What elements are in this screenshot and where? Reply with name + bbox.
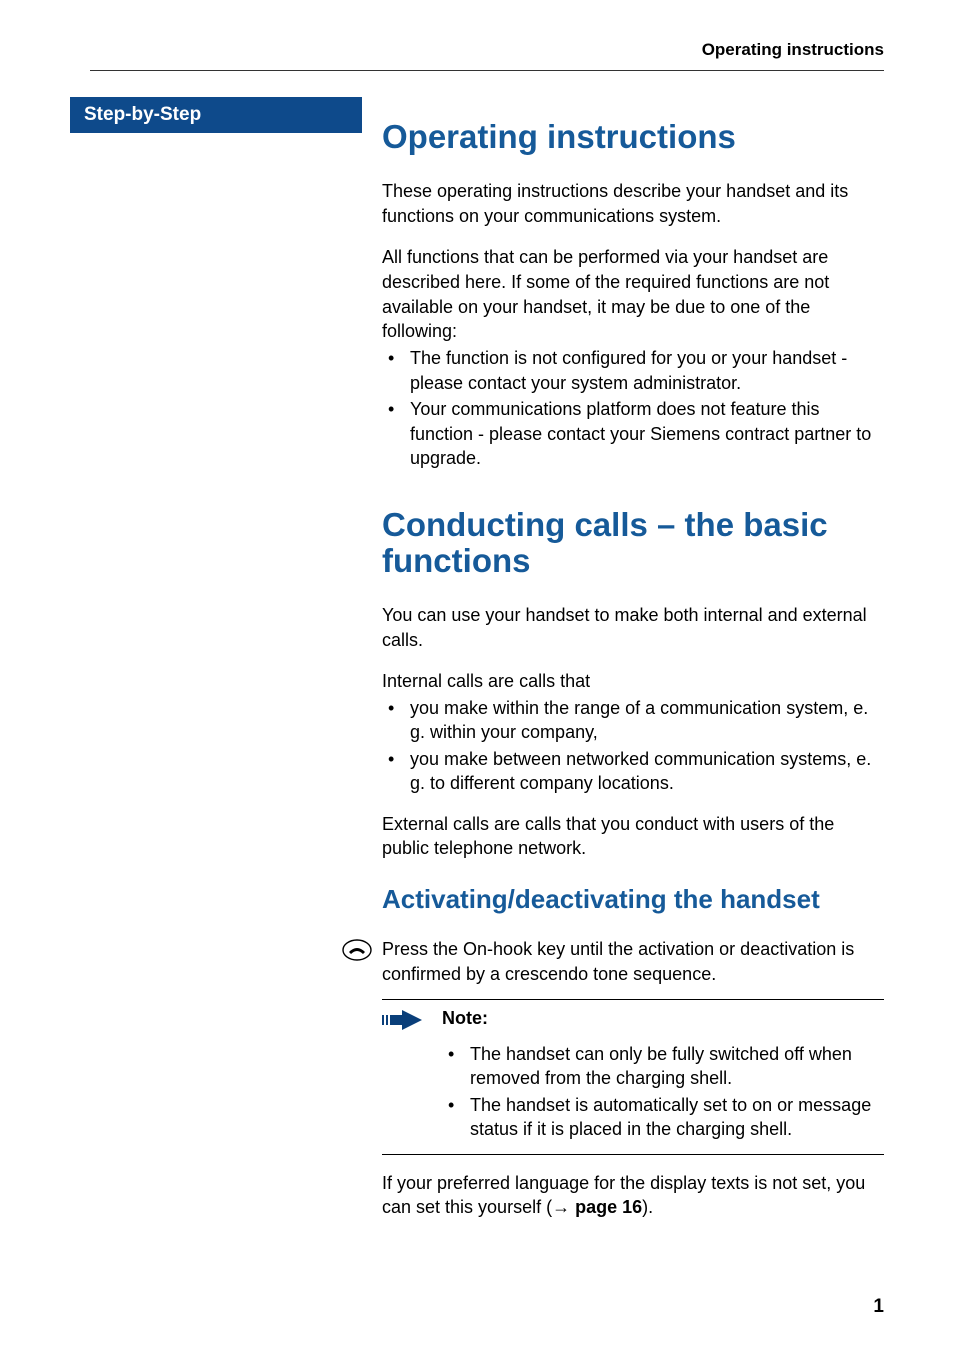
note-label: Note:: [442, 1008, 488, 1029]
bullet-list: you make within the range of a communica…: [382, 696, 884, 796]
note-bullet-list: The handset can only be fully switched o…: [382, 1042, 884, 1142]
paragraph: You can use your handset to make both in…: [382, 603, 884, 653]
list-item: The handset can only be fully switched o…: [442, 1042, 884, 1091]
heading-conducting-calls: Conducting calls – the basic functions: [382, 507, 884, 580]
list-item: you make within the range of a communica…: [382, 696, 884, 745]
cross-reference[interactable]: → page 16: [552, 1197, 642, 1217]
list-item: Your communications platform does not fe…: [382, 397, 884, 470]
text: ).: [642, 1197, 653, 1217]
sidebar-step-label: Step-by-Step: [70, 97, 362, 133]
paragraph: If your preferred language for the displ…: [382, 1171, 884, 1221]
heading-activating-handset: Activating/deactivating the handset: [382, 885, 884, 915]
note-block: Note: The handset can only be fully swit…: [382, 999, 884, 1155]
step-instruction: Press the On-hook key until the activati…: [382, 937, 884, 987]
list-item: The handset is automatically set to on o…: [442, 1093, 884, 1142]
main-content: Operating instructions These operating i…: [362, 97, 884, 1236]
paragraph: Internal calls are calls that: [382, 669, 884, 694]
list-item: you make between networked communication…: [382, 747, 884, 796]
onhook-key-icon: [342, 939, 372, 961]
page-number: 1: [873, 1296, 884, 1318]
note-arrow-icon: [382, 1010, 428, 1030]
heading-operating-instructions: Operating instructions: [382, 119, 884, 155]
running-header: Operating instructions: [90, 40, 884, 71]
list-item: The function is not configured for you o…: [382, 346, 884, 395]
sidebar: Step-by-Step: [70, 97, 362, 133]
paragraph: External calls are calls that you conduc…: [382, 812, 884, 862]
bullet-list: The function is not configured for you o…: [382, 346, 884, 470]
paragraph: All functions that can be performed via …: [382, 245, 884, 344]
paragraph: These operating instructions describe yo…: [382, 179, 884, 229]
